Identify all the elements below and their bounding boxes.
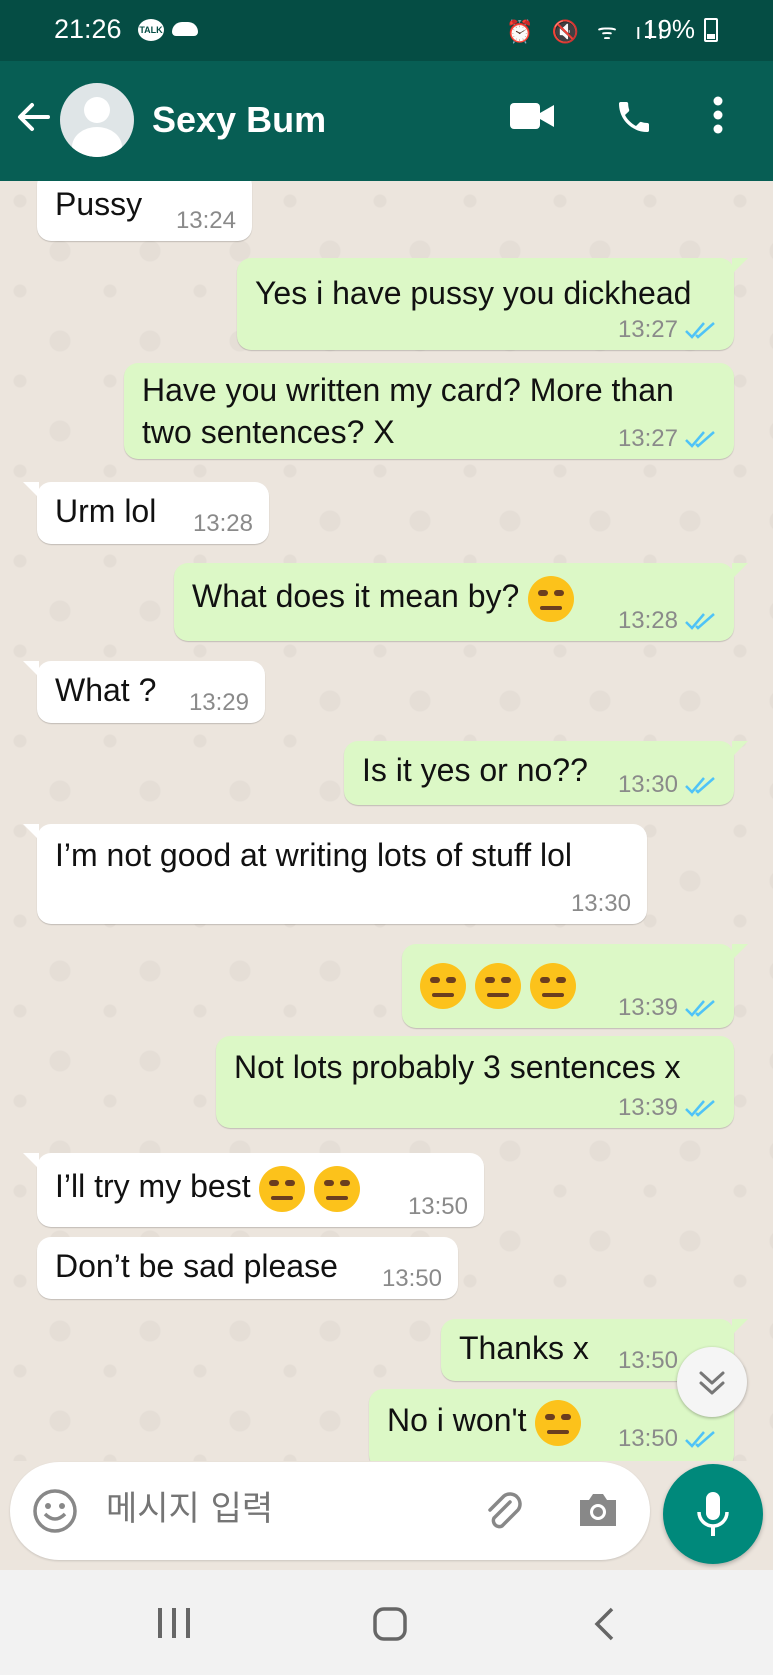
sad-relieved-face-emoji [474, 962, 521, 1009]
system-nav-bar [0, 1570, 773, 1675]
battery-icon [704, 18, 718, 42]
message-incoming[interactable]: What ? 13:29 [23, 661, 265, 723]
message-text: What does it mean by? [192, 578, 520, 614]
message-incoming[interactable]: I’ll try my best 13:50 [23, 1153, 484, 1227]
scroll-to-bottom-button[interactable] [677, 1347, 747, 1417]
message-text: What ? [55, 672, 157, 708]
message-outgoing[interactable]: What does it mean by? 13:28 [174, 563, 748, 641]
message-text: Yes i have pussy you dickhead [255, 275, 692, 311]
message-time: 13:39 [617, 994, 678, 1021]
home-icon[interactable] [372, 1606, 408, 1642]
message-time: 13:27 [617, 425, 678, 452]
back-arrow-icon[interactable] [14, 97, 54, 137]
microphone-icon [697, 1492, 729, 1536]
message-outgoing[interactable]: Yes i have pussy you dickhead 13:27 [237, 258, 748, 350]
contact-name[interactable]: Sexy Bum [152, 99, 326, 141]
message-time: 13:50 [381, 1265, 442, 1292]
message-text: No i won't [387, 1402, 527, 1438]
read-ticks-icon [685, 431, 715, 448]
read-ticks-icon [685, 1000, 715, 1017]
message-outgoing[interactable]: 13:39 [402, 944, 748, 1028]
face-blowing-kiss-emoji [535, 1399, 582, 1446]
message-text: Urm lol [55, 493, 157, 529]
voice-call-icon[interactable] [614, 97, 654, 137]
video-call-icon[interactable] [510, 101, 556, 131]
message-outgoing[interactable]: Not lots probably 3 sentences x 13:39 [216, 1036, 734, 1128]
message-time: 13:30 [617, 771, 678, 798]
tears-of-joy-emoji [259, 1165, 306, 1212]
cloud-icon [172, 22, 198, 36]
message-text-line2: two sentences? X [142, 414, 395, 450]
status-time: 21:26 [54, 14, 122, 44]
message-list[interactable]: Pussy 13:24 Yes i have pussy you dickhea… [0, 181, 773, 1461]
avatar[interactable] [60, 83, 134, 157]
message-time: 13:28 [192, 510, 253, 537]
sad-relieved-face-emoji [529, 962, 576, 1009]
message-text: Don’t be sad please [55, 1248, 338, 1284]
message-incoming[interactable]: I’m not good at writing lots of stuff lo… [23, 824, 647, 924]
kakaotalk-icon: TALK [138, 19, 164, 41]
sad-relieved-face-emoji [420, 962, 466, 1009]
message-time: 13:28 [617, 607, 678, 634]
tears-of-joy-emoji [314, 1165, 361, 1212]
message-text: Not lots probably 3 sentences x [234, 1049, 681, 1085]
read-ticks-icon [685, 1100, 715, 1117]
message-time: 13:50 [617, 1347, 678, 1374]
status-bar: 21:26 TALK ⏰ 🔇 ᯤ ıll 19% [0, 0, 773, 61]
emoji-icon[interactable] [32, 1488, 78, 1534]
message-text: I’ll try my best [55, 1168, 251, 1204]
more-options-icon[interactable] [712, 95, 724, 135]
battery-percent: 19% [643, 14, 696, 44]
message-outgoing[interactable]: Have you written my card? More than two … [124, 363, 734, 459]
camera-icon[interactable] [576, 1490, 620, 1530]
message-incoming[interactable]: Urm lol 13:28 [23, 482, 269, 544]
message-text: I’m not good at writing lots of stuff lo… [55, 837, 572, 873]
back-icon[interactable] [592, 1606, 616, 1642]
message-incoming[interactable]: Pussy 13:24 [37, 181, 252, 241]
message-composer [10, 1462, 650, 1560]
message-time: 13:50 [407, 1193, 468, 1220]
message-time: 13:39 [617, 1094, 678, 1121]
voice-message-button[interactable] [663, 1464, 763, 1564]
read-ticks-icon [685, 777, 715, 794]
message-time: 13:27 [617, 316, 678, 343]
message-outgoing[interactable]: Is it yes or no?? 13:30 [344, 741, 748, 805]
expressionless-face-emoji [528, 575, 575, 622]
message-time: 13:29 [188, 689, 249, 716]
message-text: Is it yes or no?? [362, 752, 588, 788]
double-chevron-down-icon [699, 1371, 725, 1395]
message-incoming[interactable]: Don’t be sad please 13:50 [37, 1237, 458, 1299]
message-text: Pussy [55, 186, 143, 222]
message-time: 13:50 [617, 1425, 678, 1452]
message-time: 13:30 [570, 890, 631, 917]
read-ticks-icon [685, 613, 715, 630]
read-ticks-icon [685, 322, 715, 339]
recent-apps-icon[interactable] [156, 1606, 192, 1640]
message-text-line1: Have you written my card? More than [142, 372, 674, 408]
message-input[interactable] [104, 1488, 448, 1530]
message-text: Thanks x [459, 1330, 589, 1366]
chat-header: Sexy Bum [0, 61, 773, 181]
read-ticks-icon [685, 1431, 715, 1448]
message-time: 13:24 [175, 207, 236, 234]
attach-icon[interactable] [480, 1488, 526, 1534]
